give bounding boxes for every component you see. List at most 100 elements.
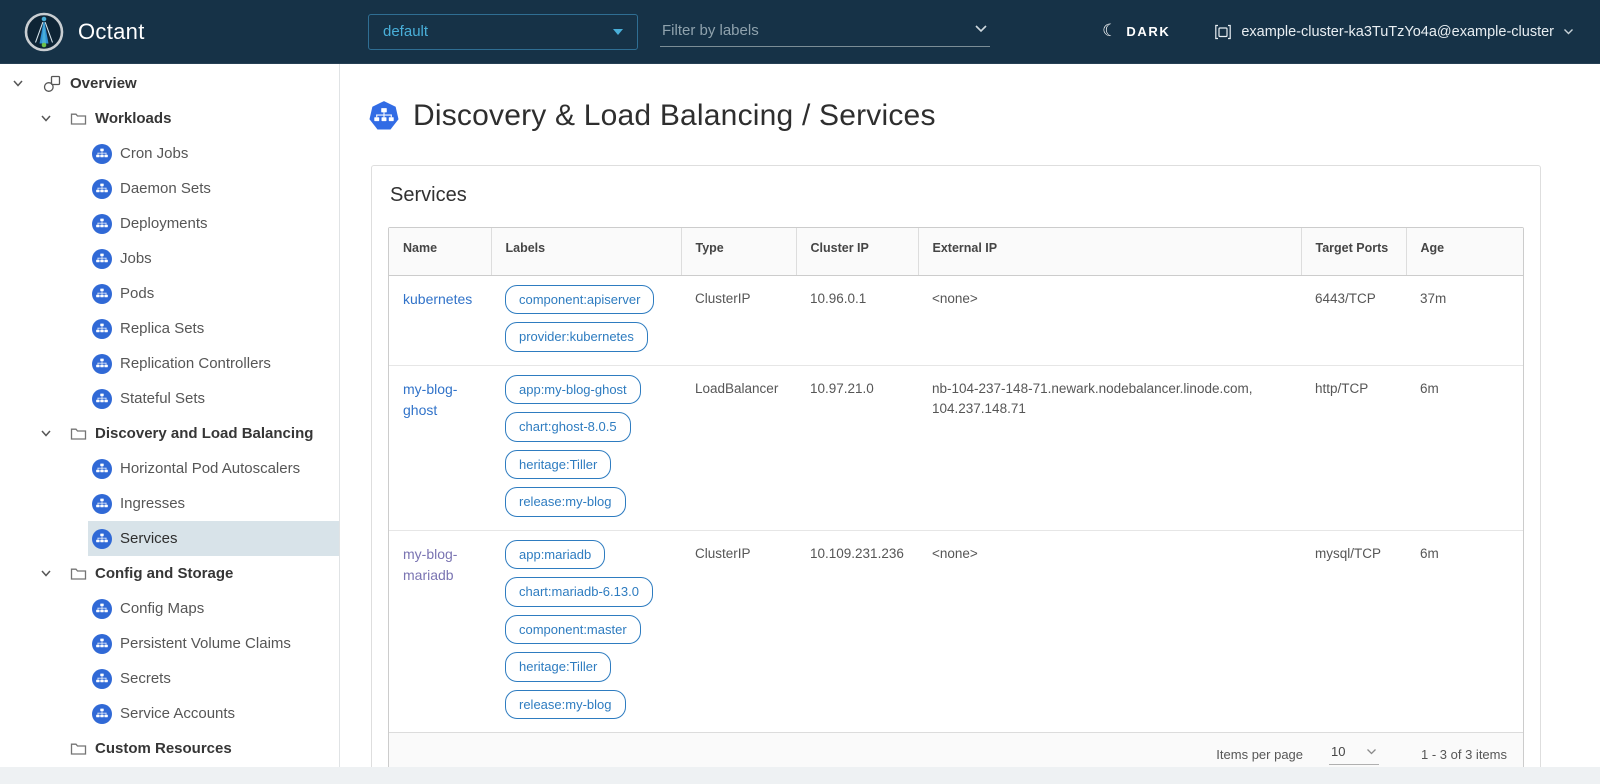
deployments-icon <box>92 214 112 234</box>
folder-icon <box>70 741 87 756</box>
table-body: kubernetes component:apiserver provider:k… <box>389 275 1523 732</box>
service-name-link[interactable]: kubernetes <box>403 291 472 307</box>
folder-icon <box>70 426 87 441</box>
services-icon <box>92 529 112 549</box>
pods-icon <box>92 284 112 304</box>
context-switcher[interactable]: example-cluster-ka3TuTzYo4a@example-clus… <box>1214 23 1574 41</box>
sidebar-item-jobs[interactable]: Jobs <box>88 241 339 276</box>
column-header-target-ports: Target Ports <box>1301 228 1406 275</box>
column-header-labels: Labels <box>491 228 681 275</box>
cluster-ip-cell: 10.97.21.0 <box>796 365 918 530</box>
column-header-external-ip: External IP <box>918 228 1301 275</box>
type-cell: ClusterIP <box>681 530 796 732</box>
config-maps-icon <box>92 599 112 619</box>
cluster-ip-cell: 10.109.231.236 <box>796 530 918 732</box>
label-pill[interactable]: chart:mariadb-6.13.0 <box>505 577 653 607</box>
service-name-link[interactable]: my-blog-mariadb <box>403 546 457 583</box>
sidebar-group-config-and-storage[interactable]: Config and Storage <box>0 556 339 591</box>
column-header-type: Type <box>681 228 796 275</box>
service-name-link[interactable]: my-blog-ghost <box>403 381 457 418</box>
chevron-down-icon[interactable] <box>40 569 52 578</box>
external-ip-cell: <none> <box>918 530 1301 732</box>
sidebar-group-discovery-and-load-balancing[interactable]: Discovery and Load Balancing <box>0 416 339 451</box>
sidebar-item-daemon-sets[interactable]: Daemon Sets <box>88 171 339 206</box>
label-filter-input[interactable] <box>660 16 990 47</box>
label-pill[interactable]: release:my-blog <box>505 690 626 720</box>
chevron-down-icon[interactable] <box>12 79 24 88</box>
octant-logo <box>24 12 64 52</box>
sidebar-item-replica-sets[interactable]: Replica Sets <box>88 311 339 346</box>
namespace-value: default <box>383 23 428 40</box>
jobs-icon <box>92 249 112 269</box>
theme-toggle-label: DARK <box>1126 24 1170 39</box>
label-pill[interactable]: heritage:Tiller <box>505 652 611 682</box>
label-pill[interactable]: component:master <box>505 615 641 645</box>
items-per-page-value: 10 <box>1331 744 1345 759</box>
column-header-name: Name <box>389 228 491 275</box>
services-datagrid: NameLabelsTypeCluster IPExternal IPTarge… <box>388 227 1524 767</box>
namespace-select[interactable]: default <box>368 14 638 50</box>
replica-sets-icon <box>92 319 112 339</box>
moon-icon: ☾ <box>1102 22 1117 39</box>
service-accounts-icon <box>92 704 112 724</box>
services-table: NameLabelsTypeCluster IPExternal IPTarge… <box>389 228 1523 732</box>
column-header-age: Age <box>1406 228 1523 275</box>
type-cell: LoadBalancer <box>681 365 796 530</box>
chevron-down-icon <box>1563 28 1574 36</box>
sidebar-item-secrets[interactable]: Secrets <box>88 661 339 696</box>
sidebar-item-replication-controllers[interactable]: Replication Controllers <box>88 346 339 381</box>
sidebar-item-horizontal-pod-autoscalers[interactable]: Horizontal Pod Autoscalers <box>88 451 339 486</box>
label-pill[interactable]: app:mariadb <box>505 540 605 570</box>
brand: Octant <box>24 12 368 52</box>
ingresses-icon <box>92 494 112 514</box>
cron-jobs-icon <box>92 144 112 164</box>
label-filter <box>660 16 990 47</box>
external-ip-cell: <none> <box>918 275 1301 365</box>
sidebar-item-ingresses[interactable]: Ingresses <box>88 486 339 521</box>
sidebar-item-stateful-sets[interactable]: Stateful Sets <box>88 381 339 416</box>
bottom-strip <box>0 767 1600 783</box>
chevron-down-icon[interactable] <box>40 429 52 438</box>
target-ports-cell: 6443/TCP <box>1301 275 1406 365</box>
chevron-down-icon[interactable] <box>40 114 52 123</box>
chevron-down-icon <box>1366 748 1377 756</box>
sidebar-item-persistent-volume-claims[interactable]: Persistent Volume Claims <box>88 626 339 661</box>
sidebar-item-service-accounts[interactable]: Service Accounts <box>88 696 339 731</box>
persistent-volume-claims-icon <box>92 634 112 654</box>
external-ip-cell: nb-104-237-148-71.newark.nodebalancer.li… <box>918 365 1301 530</box>
label-pill[interactable]: app:my-blog-ghost <box>505 375 641 405</box>
label-pill[interactable]: component:apiserver <box>505 285 654 315</box>
theme-toggle-button[interactable]: ☾ DARK <box>1102 23 1170 40</box>
horizontal-pod-autoscalers-icon <box>92 459 112 479</box>
target-ports-cell: http/TCP <box>1301 365 1406 530</box>
items-per-page-label: Items per page <box>1216 747 1303 762</box>
table-footer: Items per page 10 1 - 3 of 3 items <box>389 732 1523 767</box>
page-title: Discovery & Load Balancing / Services <box>368 99 1600 133</box>
items-per-page-select[interactable]: 10 <box>1329 744 1379 765</box>
chevron-down-icon[interactable] <box>974 24 988 33</box>
age-cell: 6m <box>1406 530 1523 732</box>
label-pill[interactable]: release:my-blog <box>505 487 626 517</box>
sidebar-item-overview[interactable]: Overview <box>0 66 339 101</box>
type-cell: ClusterIP <box>681 275 796 365</box>
sidebar-group-custom-resources[interactable]: Custom Resources <box>0 731 339 766</box>
context-name: example-cluster-ka3TuTzYo4a@example-clus… <box>1241 24 1554 40</box>
target-ports-cell: mysql/TCP <box>1301 530 1406 732</box>
label-pill[interactable]: provider:kubernetes <box>505 322 648 352</box>
sidebar-nav: Overview Workloads Cron Jobs Daemon Sets… <box>0 64 340 767</box>
sidebar-item-config-maps[interactable]: Config Maps <box>88 591 339 626</box>
sidebar-item-cron-jobs[interactable]: Cron Jobs <box>88 136 339 171</box>
column-header-cluster-ip: Cluster IP <box>796 228 918 275</box>
label-pill[interactable]: heritage:Tiller <box>505 450 611 480</box>
folder-icon <box>70 566 87 581</box>
sidebar-item-pods[interactable]: Pods <box>88 276 339 311</box>
daemon-sets-icon <box>92 179 112 199</box>
sidebar-item-services[interactable]: Services <box>88 521 339 556</box>
sidebar-item-deployments[interactable]: Deployments <box>88 206 339 241</box>
label-pill[interactable]: chart:ghost-8.0.5 <box>505 412 631 442</box>
sidebar-group-workloads[interactable]: Workloads <box>0 101 339 136</box>
table-row: my-blog-mariadb app:mariadb chart:mariadb… <box>389 530 1523 732</box>
replication-controllers-icon <box>92 354 112 374</box>
services-card: Services NameLabelsTypeCluster IPExterna… <box>371 165 1541 767</box>
pagination-range: 1 - 3 of 3 items <box>1421 747 1507 762</box>
